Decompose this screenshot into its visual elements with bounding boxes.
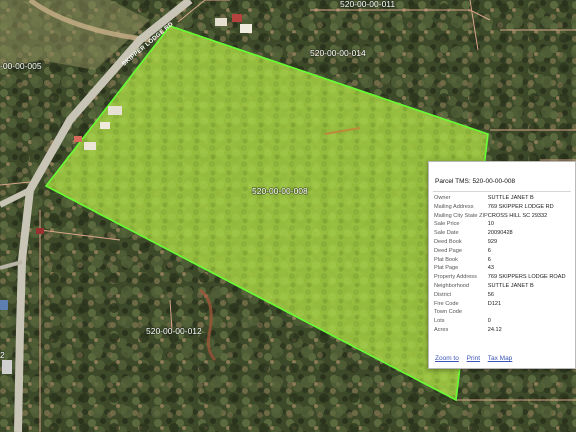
parcel-label-014: 520-00-00-014 [310, 48, 366, 58]
tax-map-link[interactable]: Tax Map [488, 355, 513, 362]
attribute-value: 769 SKIPPER LODGE RD [487, 203, 554, 210]
attribute-value: 43 [487, 265, 495, 272]
attribute-key: Fire Code [434, 300, 459, 307]
attribute-key: Plat Page [434, 265, 459, 272]
attribute-key: Plat Book [434, 256, 458, 263]
attribute-value: D121 [487, 300, 502, 307]
attribute-row: Fire Code D121 [434, 300, 566, 309]
popup-title: Parcel TMS: 520-00-00-008 [435, 178, 516, 185]
attribute-key: Neighborhood [434, 282, 470, 289]
attribute-row: Property Address 769 SKIPPERS LODGE ROAD [434, 273, 566, 282]
attribute-row: Acres 24.12 [434, 326, 566, 335]
attribute-row: Mailing City State ZIP CROSS HILL SC 2933… [434, 212, 566, 221]
attribute-value [488, 308, 566, 317]
parcel-attributes-table: Owner SUTTLE JANET B Mailing Address 769 SK… [434, 194, 566, 335]
popup-links: Zoom to Print Tax Map [435, 355, 518, 362]
attribute-value: 6 [487, 247, 491, 254]
attribute-value: 929 [487, 238, 498, 245]
attribute-value: CROSS HILL SC 29332 [487, 212, 548, 219]
attribute-row: Owner SUTTLE JANET B [434, 194, 566, 203]
attribute-row: Plat Book 6 [434, 256, 566, 265]
attribute-key: Owner [434, 195, 451, 201]
attribute-value: SUTTLE JANET B [487, 195, 534, 201]
attribute-key: Sale Date [434, 230, 459, 237]
attribute-key: Acres [434, 326, 449, 333]
attribute-row: Lots 0 [434, 317, 566, 326]
attribute-row: Sale Price 10 [434, 220, 566, 229]
attribute-key: Deed Page [434, 247, 462, 254]
attribute-key: District [434, 291, 452, 298]
attribute-value: 769 SKIPPERS LODGE ROAD [487, 274, 566, 281]
attribute-value: 6 [487, 256, 491, 263]
parcel-label-008: 520-00-00-008 [252, 186, 308, 196]
attribute-key: Sale Price [434, 221, 460, 228]
attribute-value: 10 [487, 221, 495, 228]
parcel-label-005: -00-00-005 [0, 61, 42, 71]
attribute-row: Town Code [434, 308, 566, 317]
attribute-value: 24.12 [487, 326, 502, 333]
attribute-key: Town Code [434, 309, 462, 316]
attribute-key: Deed Book [434, 238, 462, 245]
print-link[interactable]: Print [467, 355, 480, 362]
attribute-value: 20090428 [487, 230, 513, 237]
attribute-key: Property Address [434, 274, 477, 281]
zoom-to-link[interactable]: Zoom to [435, 355, 459, 362]
parcel-info-popup: Parcel TMS: 520-00-00-008 Owner SUTTLE JA… [428, 161, 576, 369]
attribute-row: Deed Page 6 [434, 247, 566, 256]
attribute-key: Lots [434, 318, 445, 325]
parcel-label-012: 520-00-00-012 [146, 326, 202, 336]
attribute-row: Mailing Address 769 SKIPPER LODGE RD [434, 203, 566, 212]
attribute-key: Mailing City State ZIP [434, 212, 488, 219]
parcel-label-2: 2 [0, 350, 5, 360]
attribute-key: Mailing Address [434, 203, 474, 210]
attribute-value: SUTTLE JANET B [487, 282, 534, 289]
attribute-row: Neighborhood SUTTLE JANET B [434, 282, 566, 291]
attribute-row: Sale Date 20090428 [434, 229, 566, 238]
attribute-value: 56 [487, 291, 495, 298]
attribute-row: District 56 [434, 291, 566, 300]
popup-divider [433, 191, 571, 192]
attribute-row: Plat Page 43 [434, 264, 566, 273]
parcel-label-011: 520-00-00-011 [340, 0, 395, 9]
attribute-row: Deed Book 929 [434, 238, 566, 247]
attribute-value: 0 [487, 318, 491, 325]
